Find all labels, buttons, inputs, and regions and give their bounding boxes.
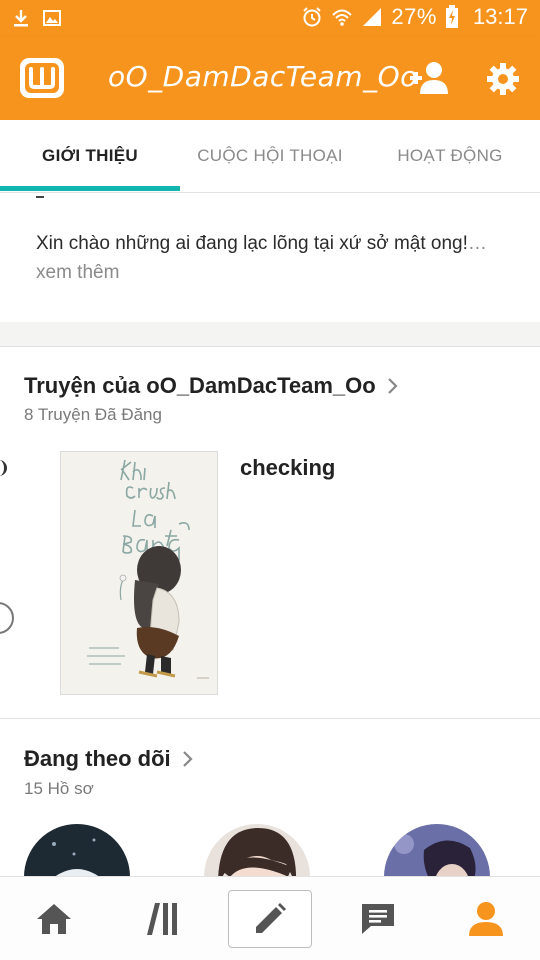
add-user-icon[interactable] — [406, 60, 452, 96]
carousel-prev-fragment-ring — [0, 602, 14, 634]
wattpad-logo[interactable] — [18, 56, 66, 100]
tab-conversations[interactable]: CUỘC HỘI THOẠI — [180, 120, 360, 192]
about-description: Xin chào những ai đang lạc lõng tại xứ s… — [36, 233, 468, 254]
bottom-navigation — [0, 876, 540, 960]
signal-icon — [363, 8, 382, 26]
messages-icon — [362, 904, 394, 934]
carousel-prev-fragment — [0, 460, 7, 476]
story-title[interactable]: checking — [240, 455, 335, 481]
write-icon — [256, 903, 286, 933]
screen: 27% 13:17 oO_DamDacTeam_Oo GIỚI THIỆU CU… — [0, 0, 540, 960]
gallery-icon — [43, 10, 61, 26]
nav-messages[interactable] — [333, 877, 423, 960]
wifi-icon — [332, 9, 353, 26]
battery-percent: 27% — [391, 4, 437, 29]
chevron-right-icon — [182, 751, 193, 767]
about-text: Xin chào những ai đang lạc lõng tại xứ s… — [36, 229, 504, 287]
gear-icon[interactable] — [486, 62, 520, 96]
following-section-title: Đang theo dõi — [24, 746, 171, 771]
divider-fragment — [36, 196, 44, 198]
profile-icon — [469, 902, 503, 936]
profile-username-title: oO_DamDacTeam_Oo — [108, 60, 418, 93]
story-cover-art — [61, 452, 217, 694]
status-bar: 27% 13:17 — [0, 0, 540, 36]
nav-profile[interactable] — [441, 877, 531, 960]
stories-section-title: Truyện của oO_DamDacTeam_Oo — [24, 373, 376, 398]
profile-tabs: GIỚI THIỆU CUỘC HỘI THOẠI HOẠT ĐỘNG — [0, 120, 540, 193]
following-count: 15 Hồ sơ — [24, 779, 94, 798]
chevron-right-icon — [387, 378, 398, 394]
app-bar: oO_DamDacTeam_Oo — [0, 36, 540, 120]
nav-library[interactable] — [118, 877, 208, 960]
clock: 13:17 — [472, 4, 528, 29]
alarm-icon — [303, 7, 322, 27]
stories-count: 8 Truyện Đã Đăng — [24, 405, 162, 424]
stories-section-header[interactable]: Truyện của oO_DamDacTeam_Oo — [24, 373, 398, 399]
home-icon — [37, 904, 71, 934]
nav-home[interactable] — [9, 877, 99, 960]
section-divider — [0, 718, 540, 719]
active-tab-indicator — [0, 186, 180, 191]
tab-about[interactable]: GIỚI THIỆU — [0, 120, 180, 192]
following-section-header[interactable]: Đang theo dõi — [24, 746, 193, 772]
section-separator — [0, 322, 540, 347]
library-icon — [147, 903, 177, 935]
download-icon — [14, 10, 28, 27]
story-cover[interactable] — [60, 451, 218, 695]
nav-write[interactable] — [228, 890, 312, 948]
battery-charging-icon — [445, 5, 458, 28]
tab-activity[interactable]: HOẠT ĐỘNG — [360, 120, 540, 192]
